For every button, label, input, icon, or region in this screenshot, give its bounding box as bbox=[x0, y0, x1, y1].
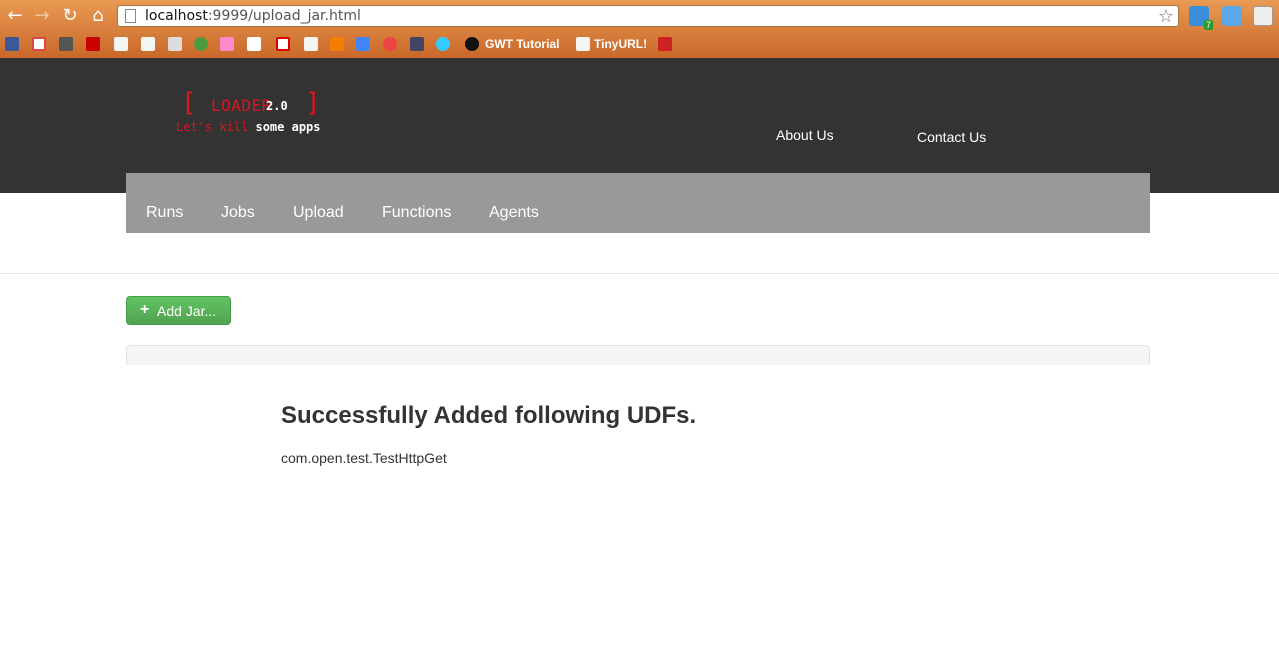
extension-icon[interactable]: 7 bbox=[1189, 6, 1213, 30]
bookmark-gwt-tutorial[interactable]: GWT Tutorial bbox=[485, 37, 559, 51]
google-icon[interactable] bbox=[356, 37, 370, 51]
url-text[interactable]: localhost:9999/upload_jar.html bbox=[145, 8, 361, 24]
add-jar-button[interactable]: + Add Jar... bbox=[126, 296, 231, 325]
page-icon[interactable] bbox=[114, 37, 128, 51]
bookmark-icon[interactable] bbox=[410, 37, 424, 51]
bookmark-icon[interactable] bbox=[383, 37, 397, 51]
github-icon[interactable] bbox=[465, 37, 479, 51]
bookmark-icon[interactable] bbox=[276, 37, 290, 51]
blogger-icon[interactable] bbox=[330, 37, 344, 51]
nav-item-jobs[interactable]: Jobs bbox=[221, 204, 255, 222]
page-icon bbox=[125, 9, 136, 23]
bookmark-icon[interactable] bbox=[658, 37, 672, 51]
facebook-icon[interactable] bbox=[5, 37, 19, 51]
back-arrow-icon[interactable]: ← bbox=[4, 6, 26, 26]
main-nav: Runs Jobs Upload Functions Agents bbox=[126, 173, 1150, 233]
bookmark-star-icon[interactable]: ☆ bbox=[1158, 6, 1174, 27]
add-jar-label: Add Jar... bbox=[157, 303, 217, 319]
bookmarks-bar: GWT Tutorial TinyURL! bbox=[0, 33, 1279, 55]
page-icon[interactable] bbox=[576, 37, 590, 51]
reload-icon[interactable]: ↻ bbox=[59, 6, 81, 26]
contact-us-link[interactable]: Contact Us bbox=[917, 129, 986, 145]
browser-chrome: ← → ↻ ⌂ localhost:9999/upload_jar.html ☆… bbox=[0, 0, 1279, 58]
page-icon[interactable] bbox=[141, 37, 155, 51]
extension-icon[interactable] bbox=[1222, 6, 1242, 26]
page-icon[interactable] bbox=[304, 37, 318, 51]
nav-item-functions[interactable]: Functions bbox=[382, 204, 451, 222]
bookmark-tinyurl[interactable]: TinyURL! bbox=[594, 37, 647, 51]
nav-item-runs[interactable]: Runs bbox=[146, 204, 183, 222]
tagline: Let's kill some apps bbox=[176, 120, 321, 134]
divider bbox=[0, 273, 1279, 274]
twitter-icon[interactable] bbox=[436, 37, 450, 51]
result-title: Successfully Added following UDFs. bbox=[281, 402, 697, 429]
bookmark-icon[interactable] bbox=[247, 37, 261, 51]
bookmark-icon[interactable] bbox=[168, 37, 182, 51]
nav-item-agents[interactable]: Agents bbox=[489, 204, 539, 222]
logo-version: 2.0 bbox=[266, 99, 288, 113]
logo-bracket-right: ] bbox=[305, 88, 321, 118]
menu-icon[interactable] bbox=[1253, 6, 1273, 26]
logo-bracket-left: [ bbox=[181, 88, 197, 118]
about-us-link[interactable]: About Us bbox=[776, 127, 834, 143]
address-bar[interactable]: localhost:9999/upload_jar.html ☆ bbox=[117, 5, 1179, 27]
youtube-icon[interactable] bbox=[86, 37, 100, 51]
home-icon[interactable]: ⌂ bbox=[87, 6, 109, 26]
drive-icon[interactable] bbox=[194, 37, 208, 51]
udf-list-item: com.open.test.TestHttpGet bbox=[281, 450, 447, 466]
forward-arrow-icon[interactable]: → bbox=[31, 6, 53, 26]
nav-item-upload[interactable]: Upload bbox=[293, 204, 344, 222]
plus-icon: + bbox=[140, 301, 150, 318]
gmail-icon[interactable] bbox=[32, 37, 46, 51]
bookmark-icon[interactable] bbox=[220, 37, 234, 51]
cc-icon[interactable] bbox=[59, 37, 73, 51]
upload-well bbox=[126, 345, 1150, 365]
logo-name: LOADER bbox=[211, 96, 272, 115]
